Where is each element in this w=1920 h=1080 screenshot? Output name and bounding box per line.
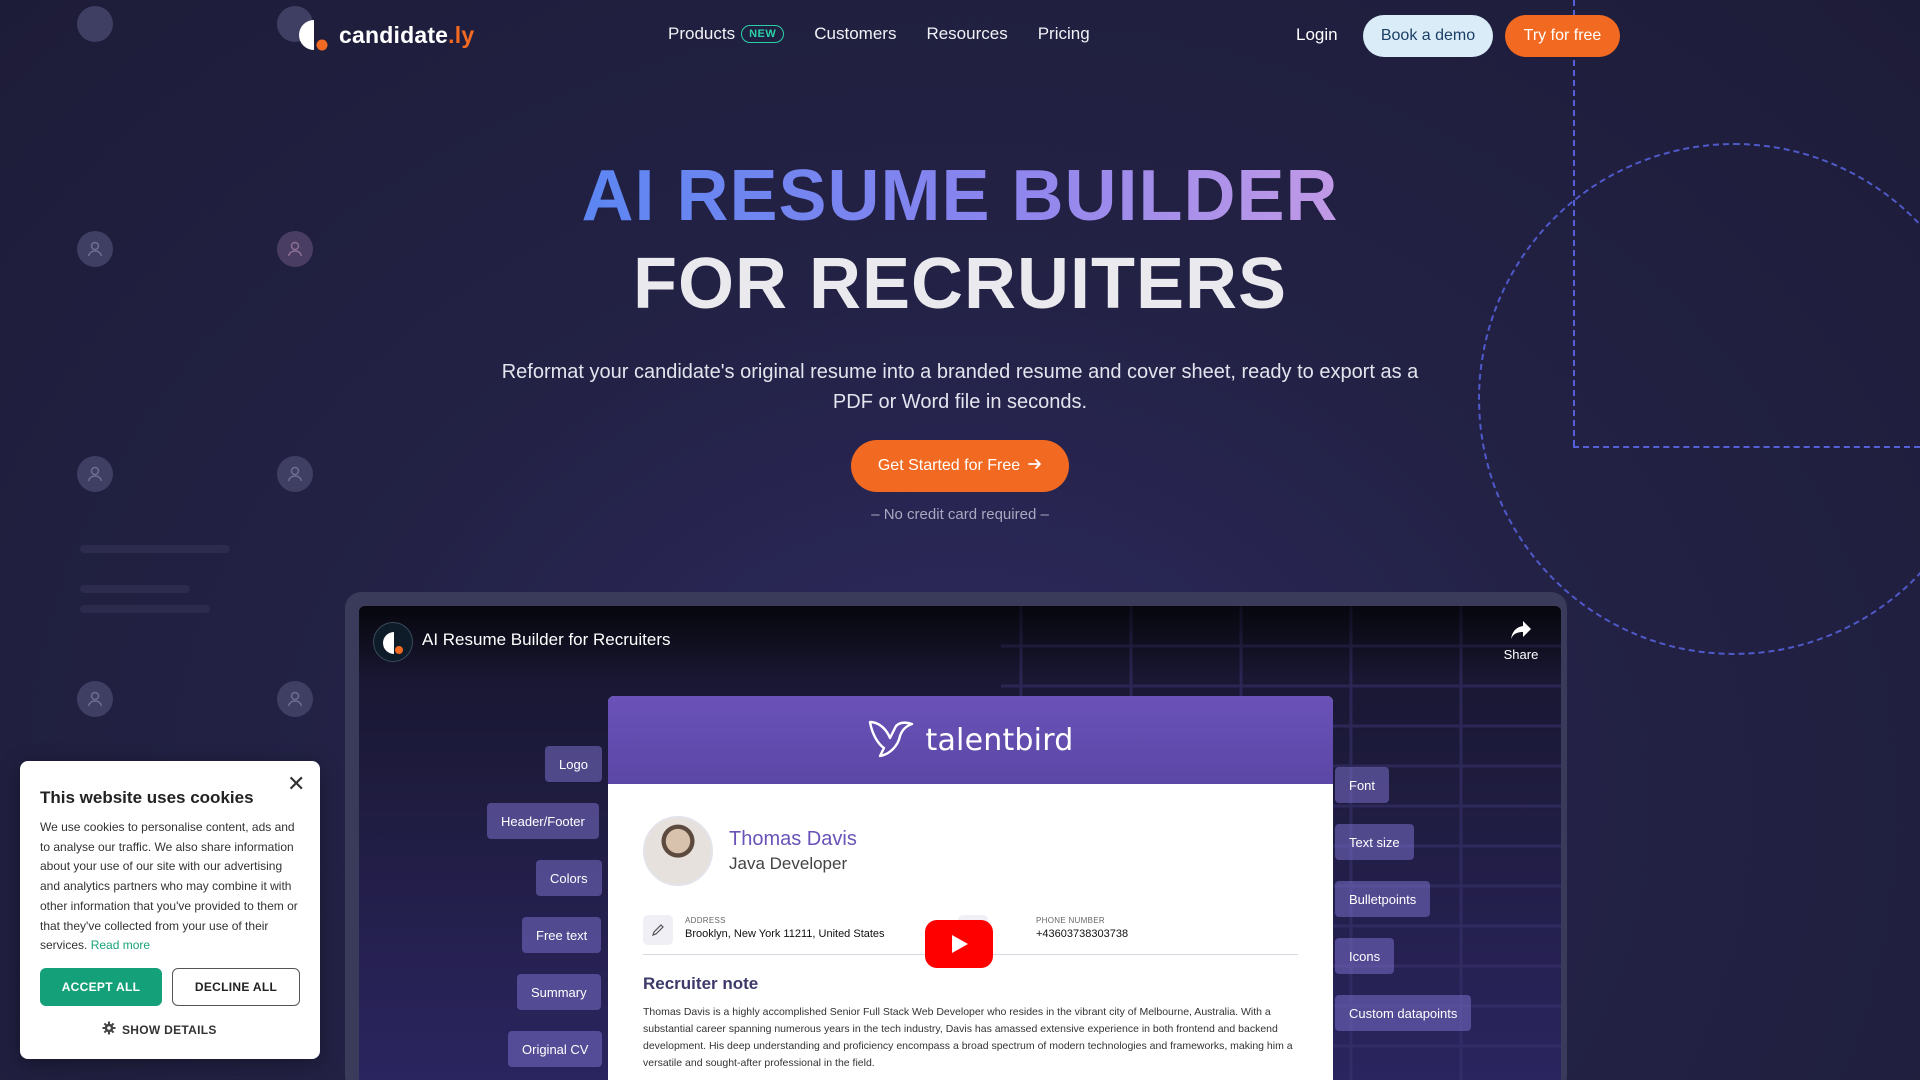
feature-tag: Icons — [1335, 938, 1395, 974]
close-icon[interactable]: ✕ — [287, 771, 305, 797]
nav-item-label: Products — [668, 24, 736, 43]
site-logo[interactable]: candidate.ly — [299, 18, 474, 52]
feature-tag: Free text — [522, 917, 602, 953]
share-label: Share — [1503, 647, 1539, 662]
recruiter-note-body: Thomas Davis is a highly accomplished Se… — [643, 1006, 1293, 1069]
resume-header: talentbird — [608, 696, 1333, 784]
feature-tag: Logo — [545, 746, 602, 782]
show-details-button[interactable]: SHOW DETAILS — [102, 1021, 217, 1038]
resume-preview: talentbird Thomas Davis Java Developer A… — [608, 696, 1333, 1080]
background-placeholder-line — [80, 585, 190, 593]
decline-all-button[interactable]: DECLINE ALL — [172, 968, 300, 1006]
hero-title-line-2: FOR RECRUITERS — [632, 244, 1288, 324]
nav-item-label: Customers — [814, 24, 897, 43]
get-started-button[interactable]: Get Started for Free — [851, 440, 1069, 492]
candidate-name: Thomas Davis — [729, 828, 857, 850]
feature-tag: Text size — [1335, 824, 1414, 860]
cookie-text: We use cookies to personalise content, a… — [40, 818, 305, 956]
background-avatar-icon — [77, 6, 113, 42]
resume-brand-name: talentbird — [925, 722, 1074, 758]
feature-tag: Original CV — [508, 1031, 603, 1067]
feature-tag: Header/Footer — [487, 803, 599, 839]
candidate-avatar — [643, 816, 713, 886]
bird-logo-icon — [868, 718, 914, 763]
gear-icon — [102, 1021, 116, 1038]
decorative-dashed-line — [1573, 446, 1920, 448]
nav-item-label: Pricing — [1037, 24, 1090, 43]
background-avatar-icon — [277, 456, 313, 492]
logo-text: candidate.ly — [339, 21, 475, 48]
phone-label: PHONE NUMBER — [1036, 916, 1105, 925]
candidate-role: Java Developer — [729, 854, 848, 873]
logo-icon — [299, 18, 329, 52]
hero-subtitle: Reformat your candidate's original resum… — [501, 361, 1419, 413]
play-icon — [952, 935, 968, 953]
feature-tag: Font — [1335, 767, 1390, 803]
background-placeholder-line — [80, 605, 210, 613]
cookie-title: This website uses cookies — [40, 788, 254, 807]
phone-value: +43603738303738 — [1036, 928, 1129, 940]
book-demo-button[interactable]: Book a demo — [1363, 15, 1493, 57]
new-badge: NEW — [741, 25, 785, 43]
cookie-banner: This website uses cookies ✕ We use cooki… — [20, 761, 320, 1059]
nav-item-customers[interactable]: Customers — [814, 24, 896, 44]
cookie-body: We use cookies to personalise content, a… — [40, 820, 298, 953]
address-value: Brooklyn, New York 11211, United States — [685, 928, 885, 940]
try-free-button[interactable]: Try for free — [1505, 15, 1620, 57]
feature-tag: Bulletpoints — [1335, 881, 1431, 917]
feature-tag: Colors — [536, 860, 602, 896]
no-credit-card-note: – No credit card required – — [871, 506, 1049, 523]
arrow-right-icon — [1028, 457, 1042, 476]
play-button[interactable] — [925, 920, 993, 968]
nav-item-products[interactable]: Products NEW — [668, 24, 785, 44]
read-more-link[interactable]: Read more — [91, 938, 150, 952]
feature-tag: Custom datapoints — [1335, 995, 1472, 1031]
edit-icon — [643, 915, 673, 945]
share-button[interactable]: Share — [1495, 620, 1547, 662]
video-title[interactable]: AI Resume Builder for Recruiters — [422, 630, 670, 650]
nav-item-resources[interactable]: Resources — [926, 24, 1007, 44]
background-placeholder-line — [80, 545, 230, 553]
hero-title-line-1: AI RESUME BUILDER — [581, 156, 1339, 236]
nav-item-label: Resources — [926, 24, 1008, 43]
accept-all-button[interactable]: ACCEPT ALL — [40, 968, 162, 1006]
main-nav: Products NEW Customers Resources Pricing — [668, 24, 1090, 44]
video-player[interactable]: AI Resume Builder for Recruiters Share L… — [359, 606, 1561, 1080]
feature-tag: Summary — [517, 974, 601, 1010]
show-details-label: SHOW DETAILS — [122, 1022, 217, 1037]
background-avatar-icon — [77, 456, 113, 492]
share-icon — [1510, 621, 1532, 643]
channel-avatar-icon[interactable] — [373, 622, 413, 662]
nav-item-pricing[interactable]: Pricing — [1038, 24, 1090, 44]
background-avatar-icon — [277, 681, 313, 717]
background-avatar-icon — [77, 681, 113, 717]
recruiter-note-title: Recruiter note — [643, 974, 759, 993]
get-started-label: Get Started for Free — [877, 457, 1021, 474]
login-link[interactable]: Login — [1296, 25, 1338, 45]
address-label: ADDRESS — [685, 916, 726, 925]
